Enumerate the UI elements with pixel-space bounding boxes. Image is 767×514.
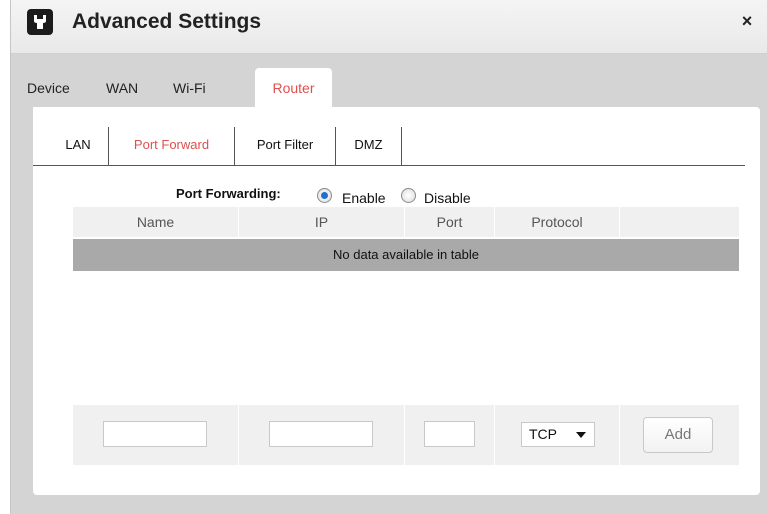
subtab-dmz[interactable]: DMZ: [336, 127, 402, 165]
column-header-port[interactable]: Port: [405, 207, 495, 237]
chevron-down-icon: [576, 432, 586, 438]
protocol-select[interactable]: TCP: [521, 422, 595, 447]
router-panel: LAN Port Forward Port Filter DMZ Port Fo…: [33, 107, 760, 495]
add-entry-row: TCP Add: [73, 405, 739, 465]
tab-device[interactable]: Device: [27, 68, 70, 108]
dialog-title: Advanced Settings: [72, 10, 262, 33]
tab-router[interactable]: Router: [255, 68, 332, 108]
enable-radio-label[interactable]: Enable: [342, 190, 386, 206]
enable-radio[interactable]: [317, 188, 332, 203]
ip-input[interactable]: [269, 421, 373, 447]
wrench-icon: [27, 9, 53, 35]
add-button[interactable]: Add: [643, 417, 713, 453]
column-header-protocol[interactable]: Protocol: [495, 207, 620, 237]
table-header: Name IP Port Protocol: [73, 207, 739, 237]
disable-radio-label[interactable]: Disable: [424, 190, 471, 206]
disable-radio[interactable]: [401, 188, 416, 203]
port-input[interactable]: [424, 421, 475, 447]
router-sub-tabs: LAN Port Forward Port Filter DMZ: [33, 127, 745, 166]
advanced-settings-dialog: Advanced Settings × Device WAN Wi-Fi Rou…: [10, 0, 767, 514]
subtab-port-forward[interactable]: Port Forward: [109, 127, 235, 165]
column-header-ip[interactable]: IP: [239, 207, 405, 237]
close-icon[interactable]: ×: [739, 12, 755, 30]
title-bar: Advanced Settings ×: [11, 0, 767, 54]
tab-wifi[interactable]: Wi-Fi: [173, 68, 206, 108]
column-header-name[interactable]: Name: [73, 207, 239, 237]
subtab-lan[interactable]: LAN: [48, 127, 109, 165]
column-header-action: [620, 207, 739, 237]
protocol-select-value: TCP: [529, 426, 557, 442]
table-empty-message: No data available in table: [73, 239, 739, 271]
tab-wan[interactable]: WAN: [106, 68, 138, 108]
port-forwarding-label: Port Forwarding:: [176, 186, 281, 201]
subtab-port-filter[interactable]: Port Filter: [235, 127, 336, 165]
name-input[interactable]: [103, 421, 207, 447]
